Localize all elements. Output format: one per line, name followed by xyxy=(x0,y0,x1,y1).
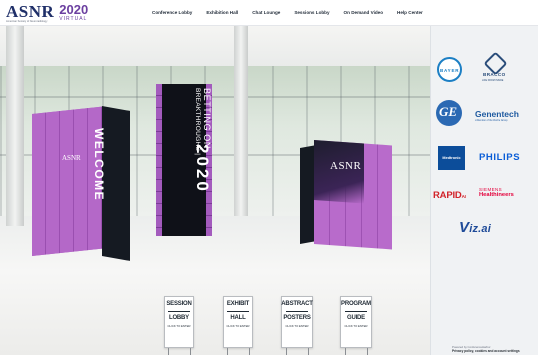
sponsor-footer: Powered by ConferenceHarbor Privacy poli… xyxy=(452,345,520,353)
siemens-healthineers-logo[interactable]: SIEMENS Healthineers xyxy=(479,187,514,198)
lobby-column xyxy=(234,26,248,216)
nav-help-center[interactable]: Help Center xyxy=(397,10,423,15)
nav-on-demand-video[interactable]: On Demand Video xyxy=(344,10,383,15)
sign-exhibit-hall[interactable]: EXHIBIT HALL CLICK TO ENTER xyxy=(223,296,253,348)
top-header: ASNR American Society of Neuroradiology … xyxy=(0,0,538,26)
sign-stand xyxy=(227,348,228,355)
sign-stand xyxy=(286,348,287,355)
logo-edition: VIRTUAL xyxy=(59,16,88,22)
sign-cta: CLICK TO ENTER xyxy=(344,324,368,328)
virtual-lobby-scene: WELCOME ASNR BETTING ON BREAKTHROUGHS | … xyxy=(0,26,430,355)
philips-wordmark: PHILIPS xyxy=(479,152,521,163)
medtronic-logo[interactable]: Medtronic xyxy=(438,146,465,170)
ge-logo[interactable]: GE xyxy=(436,100,462,126)
banner-headline: BETTING ON BREAKTHROUGHS | 2020 xyxy=(192,88,212,234)
asnr-logo[interactable]: ASNR American Society of Neuroradiology … xyxy=(6,3,88,25)
sign-program-guide[interactable]: PROGRAM GUIDE CLICK TO ENTER xyxy=(340,296,372,348)
sign-divider xyxy=(286,311,308,312)
sign-label: POSTERS xyxy=(283,315,311,321)
sign-stand xyxy=(168,348,169,355)
genentech-logo[interactable]: Genentech A Member of the Roche Group xyxy=(475,109,519,122)
privacy-policy-link[interactable]: Privacy policy, cookies and account sett… xyxy=(452,349,520,353)
asnr-banner-logo: ASNR xyxy=(330,160,362,172)
welcome-text: WELCOME xyxy=(92,128,106,202)
genentech-tagline: A Member of the Roche Group xyxy=(475,119,508,122)
ge-wordmark: GE xyxy=(439,104,458,119)
bayer-wordmark: BAYER xyxy=(440,68,460,73)
philips-logo[interactable]: PHILIPS xyxy=(479,152,520,163)
sign-divider xyxy=(345,311,367,312)
healthineers-wordmark: Healthineers xyxy=(479,192,514,198)
viz-ai-mark: V xyxy=(459,219,470,236)
sign-label: EXHIBIT xyxy=(226,301,250,307)
sign-session-lobby[interactable]: SESSION LOBBY CLICK TO ENTER xyxy=(164,296,194,348)
sign-stand xyxy=(190,348,191,355)
nav-conference-lobby[interactable]: Conference Lobby xyxy=(152,10,192,15)
sign-label: ABSTRACT xyxy=(281,301,313,307)
nav-exhibition-hall[interactable]: Exhibition Hall xyxy=(206,10,238,15)
sign-label: HALL xyxy=(230,315,246,321)
viz-ai-logo[interactable]: Viz.ai xyxy=(459,219,491,236)
sign-divider xyxy=(168,311,190,312)
logo-year: 2020 xyxy=(59,2,89,17)
sign-cta: CLICK TO ENTER xyxy=(285,324,309,328)
sign-cta: CLICK TO ENTER xyxy=(167,324,191,328)
sign-stand xyxy=(249,348,250,355)
sign-cta: CLICK TO ENTER xyxy=(226,324,250,328)
sign-stand xyxy=(345,348,346,355)
welcome-banner-logo: ASNR xyxy=(62,154,81,162)
viz-ai-wordmark: iz.ai xyxy=(469,223,492,235)
nav-sessions-lobby[interactable]: Sessions Lobby xyxy=(294,10,329,15)
rapid-ai-suffix: AI xyxy=(461,194,466,199)
banner-year: 2020 xyxy=(193,144,212,194)
sponsor-panel: BAYER BRACCO LIFE FROM INSIDE GE Genente… xyxy=(430,26,538,355)
welcome-banner xyxy=(32,106,130,261)
welcome-banner-side xyxy=(102,106,130,261)
bracco-tagline: LIFE FROM INSIDE xyxy=(482,79,504,82)
medtronic-wordmark: Medtronic xyxy=(442,156,461,160)
rapid-ai-logo[interactable]: RAPIDAI xyxy=(433,190,466,201)
bayer-logo[interactable]: BAYER xyxy=(437,57,462,82)
main-nav: Conference Lobby Exhibition Hall Chat Lo… xyxy=(152,10,437,15)
asnr-banner: ASNR xyxy=(300,140,392,250)
rapid-wordmark: RAPID xyxy=(433,190,462,201)
nav-chat-lounge[interactable]: Chat Lounge xyxy=(252,10,280,15)
sign-label: SESSION xyxy=(166,301,192,307)
bracco-wordmark: BRACCO xyxy=(483,72,506,77)
sign-stand xyxy=(367,348,368,355)
asnr-banner-side xyxy=(300,145,314,244)
sign-stand xyxy=(308,348,309,355)
bracco-logo[interactable]: BRACCO LIFE FROM INSIDE xyxy=(479,51,515,85)
lobby-ceiling xyxy=(0,26,430,66)
sign-label: PROGRAM xyxy=(341,301,371,307)
sign-divider xyxy=(227,311,249,312)
window-rail xyxy=(0,96,430,98)
logo-wordmark: ASNR xyxy=(6,2,55,21)
sign-abstract-posters[interactable]: ABSTRACT POSTERS CLICK TO ENTER xyxy=(281,296,313,348)
lobby-column xyxy=(6,26,24,226)
logo-subtitle: American Society of Neuroradiology xyxy=(6,20,48,23)
sign-label: LOBBY xyxy=(168,315,189,321)
sign-label: GUIDE xyxy=(346,315,365,321)
genentech-wordmark: Genentech xyxy=(475,109,519,119)
